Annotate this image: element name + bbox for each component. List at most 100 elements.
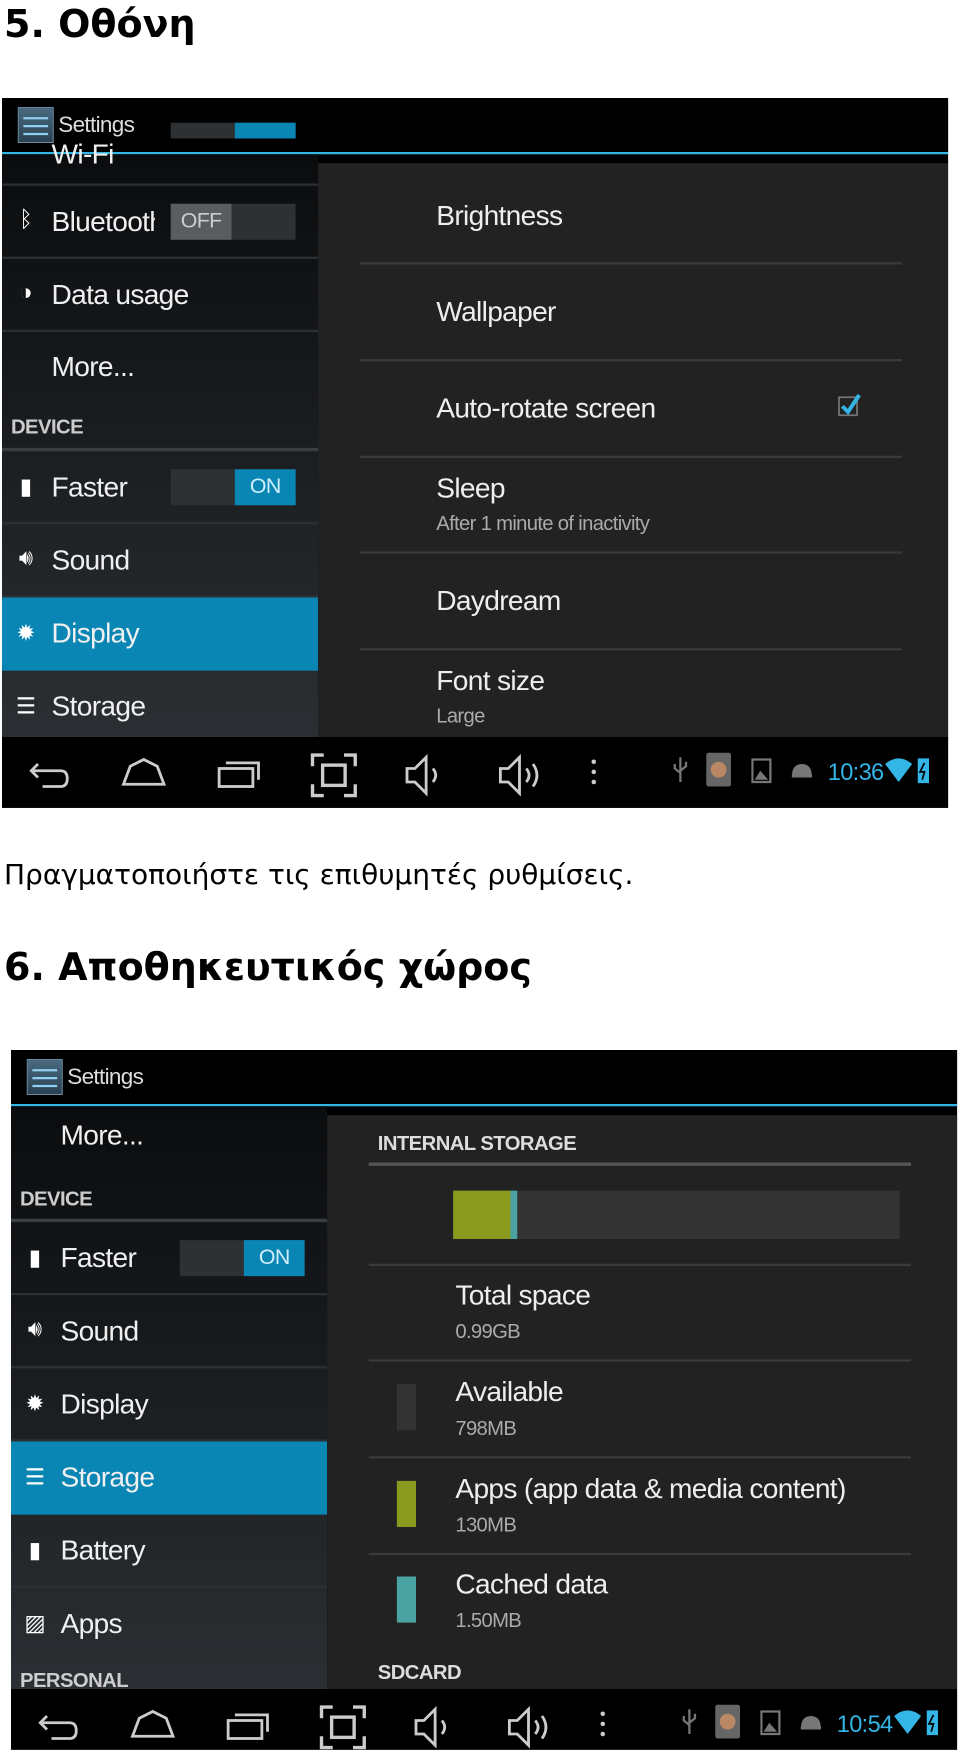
sidebar-item-storage[interactable]: ☰ Storage (2, 671, 318, 739)
sidebar-item-battery[interactable]: ▮ Battery (11, 1515, 328, 1588)
menu-icon[interactable] (587, 753, 601, 794)
image-notification-icon (760, 1710, 781, 1736)
sdcard-header: SDCARD (377, 1660, 462, 1684)
sidebar-item-display[interactable]: ✹ Display (2, 597, 319, 671)
total-space-value: 0.99GB (455, 1320, 521, 1343)
brightness-icon: ✹ (16, 621, 36, 646)
volume-down-icon[interactable] (404, 753, 445, 798)
clock: 10:36 (827, 759, 884, 786)
divider (359, 551, 902, 554)
setting-wallpaper[interactable]: Wallpaper (436, 296, 556, 329)
home-icon[interactable] (120, 753, 167, 794)
apps-value: 130MB (455, 1513, 517, 1537)
brightness-icon: ✹ (25, 1392, 45, 1417)
font-size-summary: Large (436, 704, 485, 727)
sidebar-item-display[interactable]: ✹ Display (11, 1368, 328, 1442)
bluetooth-icon: ᛒ (19, 207, 33, 232)
android-icon (791, 764, 812, 778)
settings-sidebar: Wi-Fi ᛒ Bluetooth OFF ◑ Data usage More.… (2, 122, 319, 739)
device-header: DEVICE (20, 1187, 93, 1210)
setting-daydream[interactable]: Daydream (436, 585, 561, 618)
sidebar-item-storage[interactable]: ☰ Storage (11, 1441, 328, 1515)
clock: 10:54 (836, 1711, 893, 1738)
bluetooth-toggle[interactable]: OFF (170, 203, 296, 240)
storage-apps[interactable]: Apps (app data & media content) (455, 1473, 846, 1506)
section-5-heading: 5. Οθόνη (4, 2, 196, 46)
sidebar-item-sound[interactable]: 🔊︎ Sound (2, 524, 319, 598)
divider (359, 359, 902, 362)
available-value: 798MB (455, 1416, 517, 1440)
setting-brightness[interactable]: Brightness (436, 200, 563, 233)
battery-status-icon (926, 1710, 938, 1736)
section-6-heading: 6. Αποθηκευτικός χώρος (4, 945, 532, 989)
storage-icon: ☰ (15, 694, 36, 719)
home-icon[interactable] (129, 1705, 176, 1746)
battery-status-icon (917, 758, 929, 784)
battery-icon: ▮ (28, 1538, 41, 1563)
sleep-summary: After 1 minute of inactivity (436, 512, 650, 535)
divider (368, 1263, 911, 1266)
screenshot-icon[interactable] (310, 753, 357, 798)
cached-swatch (396, 1576, 416, 1623)
divider (368, 1552, 911, 1556)
data-usage-icon: ◑ (19, 280, 33, 305)
usb-icon (682, 1709, 697, 1734)
sidebar-item-bluetooth[interactable]: ᛒ Bluetooth OFF (2, 186, 319, 259)
sidebar-item-more[interactable]: More... (2, 332, 318, 400)
system-nav-bar: 10:54 (11, 1689, 958, 1750)
system-nav-bar: 10:36 (2, 737, 949, 808)
sidebar-item-faster[interactable]: ▮ Faster ON (2, 451, 319, 525)
speaker-icon: 🔊︎ (27, 1316, 42, 1342)
battery-icon: ▮ (28, 1245, 41, 1271)
available-swatch (396, 1384, 416, 1431)
usage-bar-cached (510, 1190, 518, 1239)
menu-icon[interactable] (596, 1705, 610, 1746)
wifi-icon (894, 1710, 922, 1734)
screenshot-icon[interactable] (319, 1705, 366, 1750)
cached-value: 1.50MB (455, 1609, 522, 1632)
device-header: DEVICE (11, 415, 84, 438)
android-icon (800, 1716, 821, 1730)
image-notification-icon (751, 758, 772, 784)
divider (368, 1456, 911, 1459)
sidebar-item-apps[interactable]: ▨ Apps (11, 1588, 327, 1661)
apps-icon: ▨ (24, 1611, 45, 1637)
storage-details: INTERNAL STORAGE Total space 0.99GB Avai… (327, 1115, 958, 1689)
auto-rotate-checkbox[interactable] (838, 393, 863, 418)
divider (359, 262, 902, 265)
storage-available[interactable]: Available (455, 1376, 563, 1409)
display-settings-list: Brightness Wallpaper Auto-rotate screen … (318, 163, 949, 737)
back-icon[interactable] (27, 753, 72, 794)
settings-sidebar: More... DEVICE ▮ Faster ON 🔊︎ Sound ✹ Di… (11, 1106, 328, 1691)
storage-cached-data[interactable]: Cached data (455, 1569, 608, 1602)
sidebar-item-faster[interactable]: ▮ Faster ON (11, 1222, 328, 1296)
app-title: Settings (67, 1064, 144, 1090)
volume-down-icon[interactable] (413, 1705, 454, 1750)
volume-up-icon[interactable] (497, 753, 544, 798)
app-notification-icon (715, 1704, 740, 1739)
storage-usage-bar (453, 1190, 900, 1239)
speaker-icon: 🔊︎ (18, 545, 33, 571)
divider (359, 455, 902, 458)
setting-auto-rotate[interactable]: Auto-rotate screen (436, 393, 656, 426)
divider (368, 1162, 911, 1166)
faster-toggle[interactable]: ON (179, 1240, 305, 1277)
sidebar-item-data-usage[interactable]: ◑ Data usage (2, 259, 319, 332)
usage-bar-apps (453, 1190, 511, 1239)
battery-icon: ▮ (19, 474, 32, 500)
sidebar-item-wifi[interactable]: Wi-Fi (2, 122, 319, 186)
divider (359, 648, 902, 651)
setting-sleep[interactable]: Sleep (436, 473, 505, 506)
setting-font-size[interactable]: Font size (436, 665, 545, 698)
back-icon[interactable] (36, 1705, 81, 1746)
sidebar-item-sound[interactable]: 🔊︎ Sound (11, 1295, 328, 1369)
volume-up-icon[interactable] (506, 1705, 553, 1750)
display-settings-screenshot: Settings Wi-Fi ᛒ Bluetooth OFF ◑ Data us… (2, 98, 949, 808)
internal-storage-header: INTERNAL STORAGE (377, 1132, 577, 1155)
faster-toggle[interactable]: ON (170, 469, 296, 506)
usb-icon (673, 757, 688, 782)
recent-apps-icon[interactable] (225, 1705, 272, 1746)
sidebar-item-more[interactable]: More... (11, 1106, 327, 1168)
recent-apps-icon[interactable] (216, 753, 263, 794)
action-bar: Settings (11, 1050, 958, 1104)
